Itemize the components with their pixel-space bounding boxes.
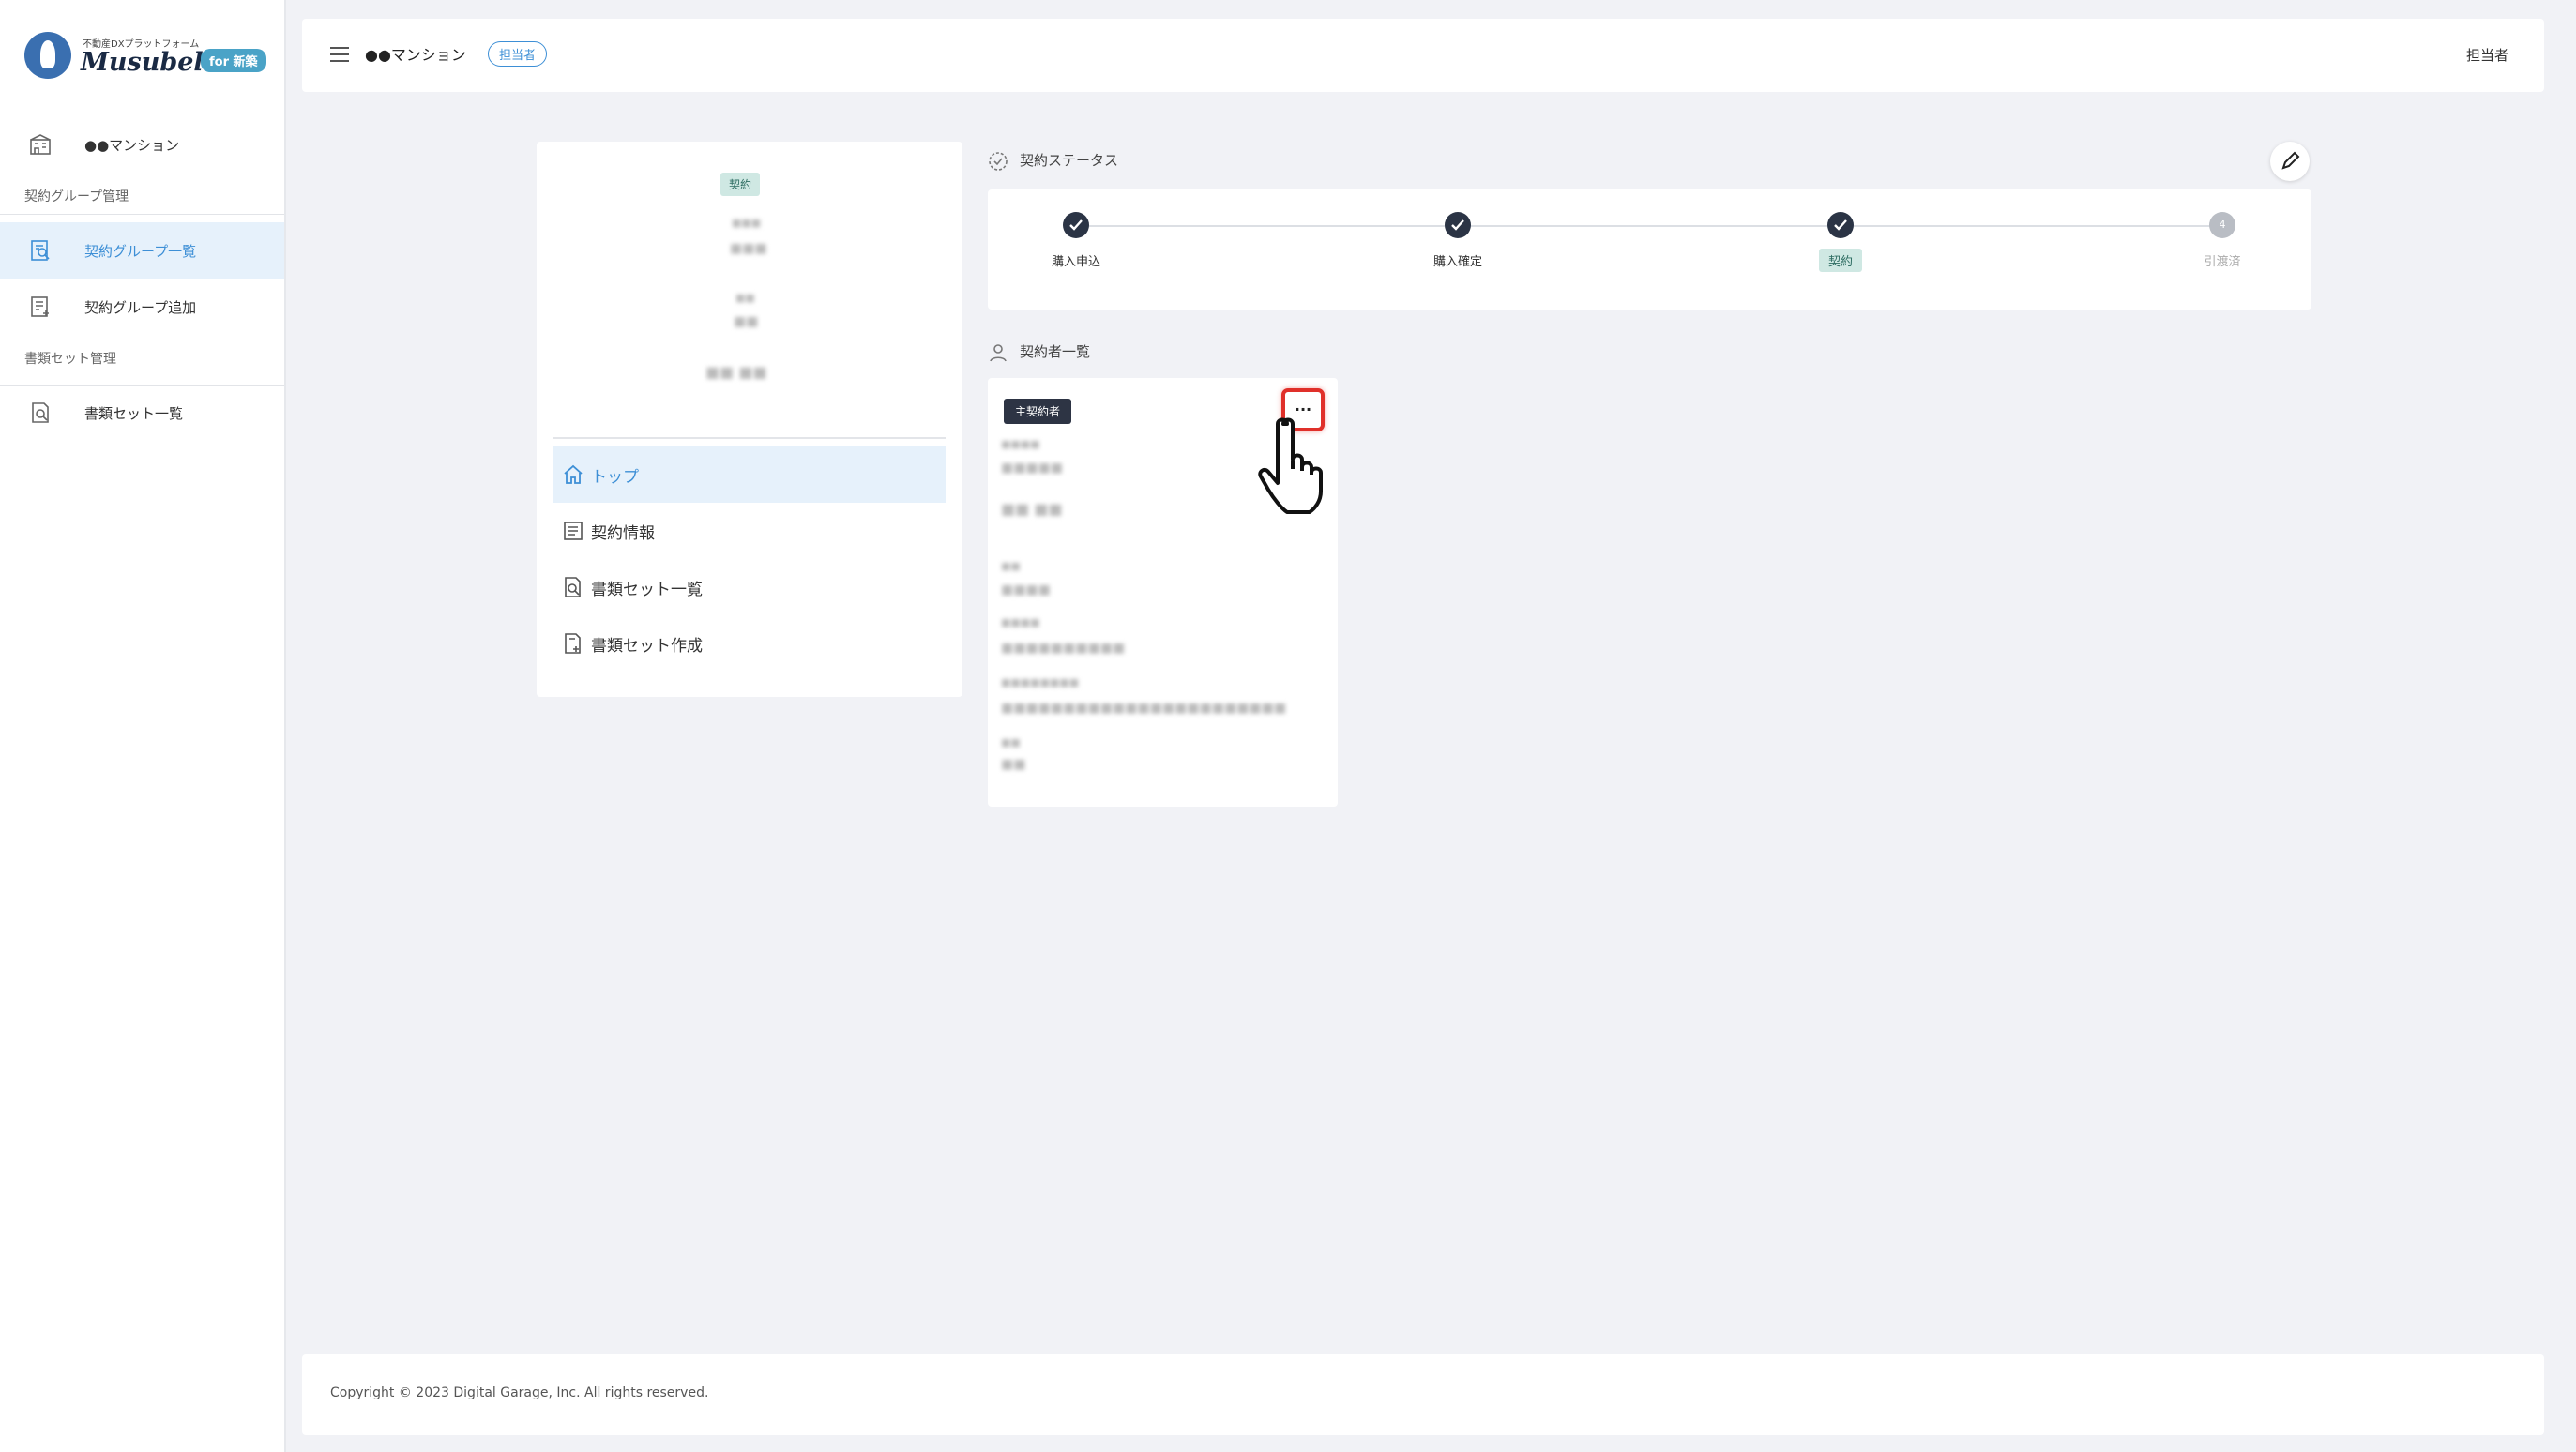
redacted-label: ■■■■■■■■: [1001, 676, 1080, 688]
nav-item-label: 書類セット一覧: [591, 581, 703, 599]
sidebar-item-contract-group-add[interactable]: 契約グループ追加: [0, 279, 284, 335]
role-badge: 担当者: [488, 41, 548, 67]
redacted-name: ■■ ■■: [1001, 500, 1063, 518]
check-circle-icon: [989, 151, 1008, 171]
document-search-icon: [32, 402, 49, 423]
redacted-value: ■■■■■■■■■■■■■■■■■■■■■■■: [1001, 701, 1287, 716]
sidebar: 不動産DXプラットフォーム Musubell for 新築 ●●マンション 契約…: [0, 0, 286, 1452]
redacted-label: ■■: [1001, 736, 1021, 749]
list-add-icon: [31, 296, 49, 317]
document-search-icon: [565, 577, 581, 597]
redacted-label: ■■: [735, 292, 755, 304]
sidebar-item-label: 書類セット一覧: [84, 404, 184, 422]
logo-name: Musubell: [81, 48, 213, 77]
redacted-value: ■■■: [730, 241, 767, 256]
pencil-icon: [2281, 151, 2300, 170]
redacted-value: ■■: [734, 314, 759, 329]
redacted-name: ■■ ■■: [705, 363, 767, 381]
stepper-track: [1076, 225, 2222, 227]
status-stepper: 購入申込 購入確定 契約 4 引渡済: [988, 189, 2311, 310]
menu-icon[interactable]: [330, 47, 349, 62]
step-done-icon: [1445, 212, 1471, 238]
redacted-value: ■■: [1001, 757, 1026, 772]
sidebar-item-document-set-list[interactable]: 書類セット一覧: [0, 385, 284, 441]
logo-badge: for 新築: [201, 49, 266, 72]
building-icon: [30, 134, 51, 155]
nav-item-label: 書類セット作成: [591, 637, 703, 656]
nav-item-document-set-list[interactable]: 書類セット一覧: [553, 559, 946, 615]
redacted-value: ■■■■: [1001, 582, 1051, 597]
divider: [0, 214, 284, 215]
redacted-label: ■■: [1001, 560, 1021, 572]
step-contract: 契約: [1765, 212, 1916, 272]
step-label-current: 契約: [1818, 249, 1862, 272]
redacted-value: ■■■■■■■■■■: [1001, 641, 1126, 656]
sidebar-item-property[interactable]: ●●マンション: [0, 116, 284, 173]
nav-item-contract-info[interactable]: 契約情報: [553, 503, 946, 559]
hand-pointer-icon: [1258, 417, 1323, 514]
copyright-text: Copyright © 2023 Digital Garage, Inc. Al…: [330, 1385, 709, 1400]
document-add-icon: [565, 633, 581, 654]
step-done-icon: [1827, 212, 1854, 238]
main-area: ●●マンション 担当者 担当者 契約 ■■■ ■■■ ■■ ■■ ■■ ■■ ト…: [286, 0, 2576, 1452]
user-name[interactable]: 担当者: [2466, 45, 2508, 65]
redacted-value: ■■■■■: [1001, 461, 1064, 476]
primary-contractor-badge: 主契約者: [1004, 399, 1072, 424]
sidebar-section-contract-group: 契約グループ管理: [24, 189, 129, 204]
status-badge: 契約: [720, 173, 761, 196]
nav-item-label: トップ: [591, 468, 639, 487]
step-done-icon: [1063, 212, 1089, 238]
home-icon: [564, 464, 583, 484]
footer: Copyright © 2023 Digital Garage, Inc. Al…: [302, 1354, 2544, 1435]
redacted-label: ■■■■: [1001, 438, 1040, 450]
nav-item-document-set-create[interactable]: 書類セット作成: [553, 615, 946, 672]
section-title: 契約ステータス: [1020, 152, 1119, 169]
sidebar-item-label: 契約グループ追加: [84, 298, 197, 316]
document-icon: [564, 522, 583, 540]
sidebar-section-document-set: 書類セット管理: [24, 352, 116, 367]
contract-status-heading: 契約ステータス: [988, 150, 1118, 172]
step-purchase-application: 購入申込: [1001, 212, 1151, 269]
section-title: 契約者一覧: [1020, 343, 1091, 360]
logo-icon: [24, 32, 71, 79]
step-label: 購入申込: [1051, 255, 1100, 269]
sidebar-item-label: ●●マンション: [84, 136, 180, 154]
step-label: 引渡済: [2204, 255, 2241, 269]
sidebar-item-label: 契約グループ一覧: [84, 242, 197, 260]
person-icon: [990, 343, 1007, 361]
step-number: 4: [2209, 212, 2235, 238]
sidebar-item-contract-group-list[interactable]: 契約グループ一覧: [0, 222, 284, 279]
musubell-logo[interactable]: 不動産DXプラットフォーム Musubell for 新築: [24, 32, 268, 84]
step-purchase-confirmed: 購入確定: [1383, 212, 1533, 269]
nav-item-label: 契約情報: [591, 524, 655, 543]
contractors-heading: 契約者一覧: [988, 341, 1090, 363]
list-search-icon: [31, 240, 50, 261]
divider: [553, 437, 946, 439]
summary-card: 契約 ■■■ ■■■ ■■ ■■ ■■ ■■ トップ 契約情報 書類セット一覧: [537, 142, 962, 697]
page-title: ●●マンション: [365, 46, 466, 64]
top-header: ●●マンション 担当者 担当者: [302, 19, 2544, 92]
redacted-label: ■■■: [732, 217, 762, 229]
step-label: 購入確定: [1432, 255, 1482, 269]
step-delivered: 4 引渡済: [2147, 212, 2297, 269]
nav-item-top[interactable]: トップ: [553, 446, 946, 503]
redacted-label: ■■■■: [1001, 616, 1040, 628]
edit-status-button[interactable]: [2270, 142, 2310, 181]
